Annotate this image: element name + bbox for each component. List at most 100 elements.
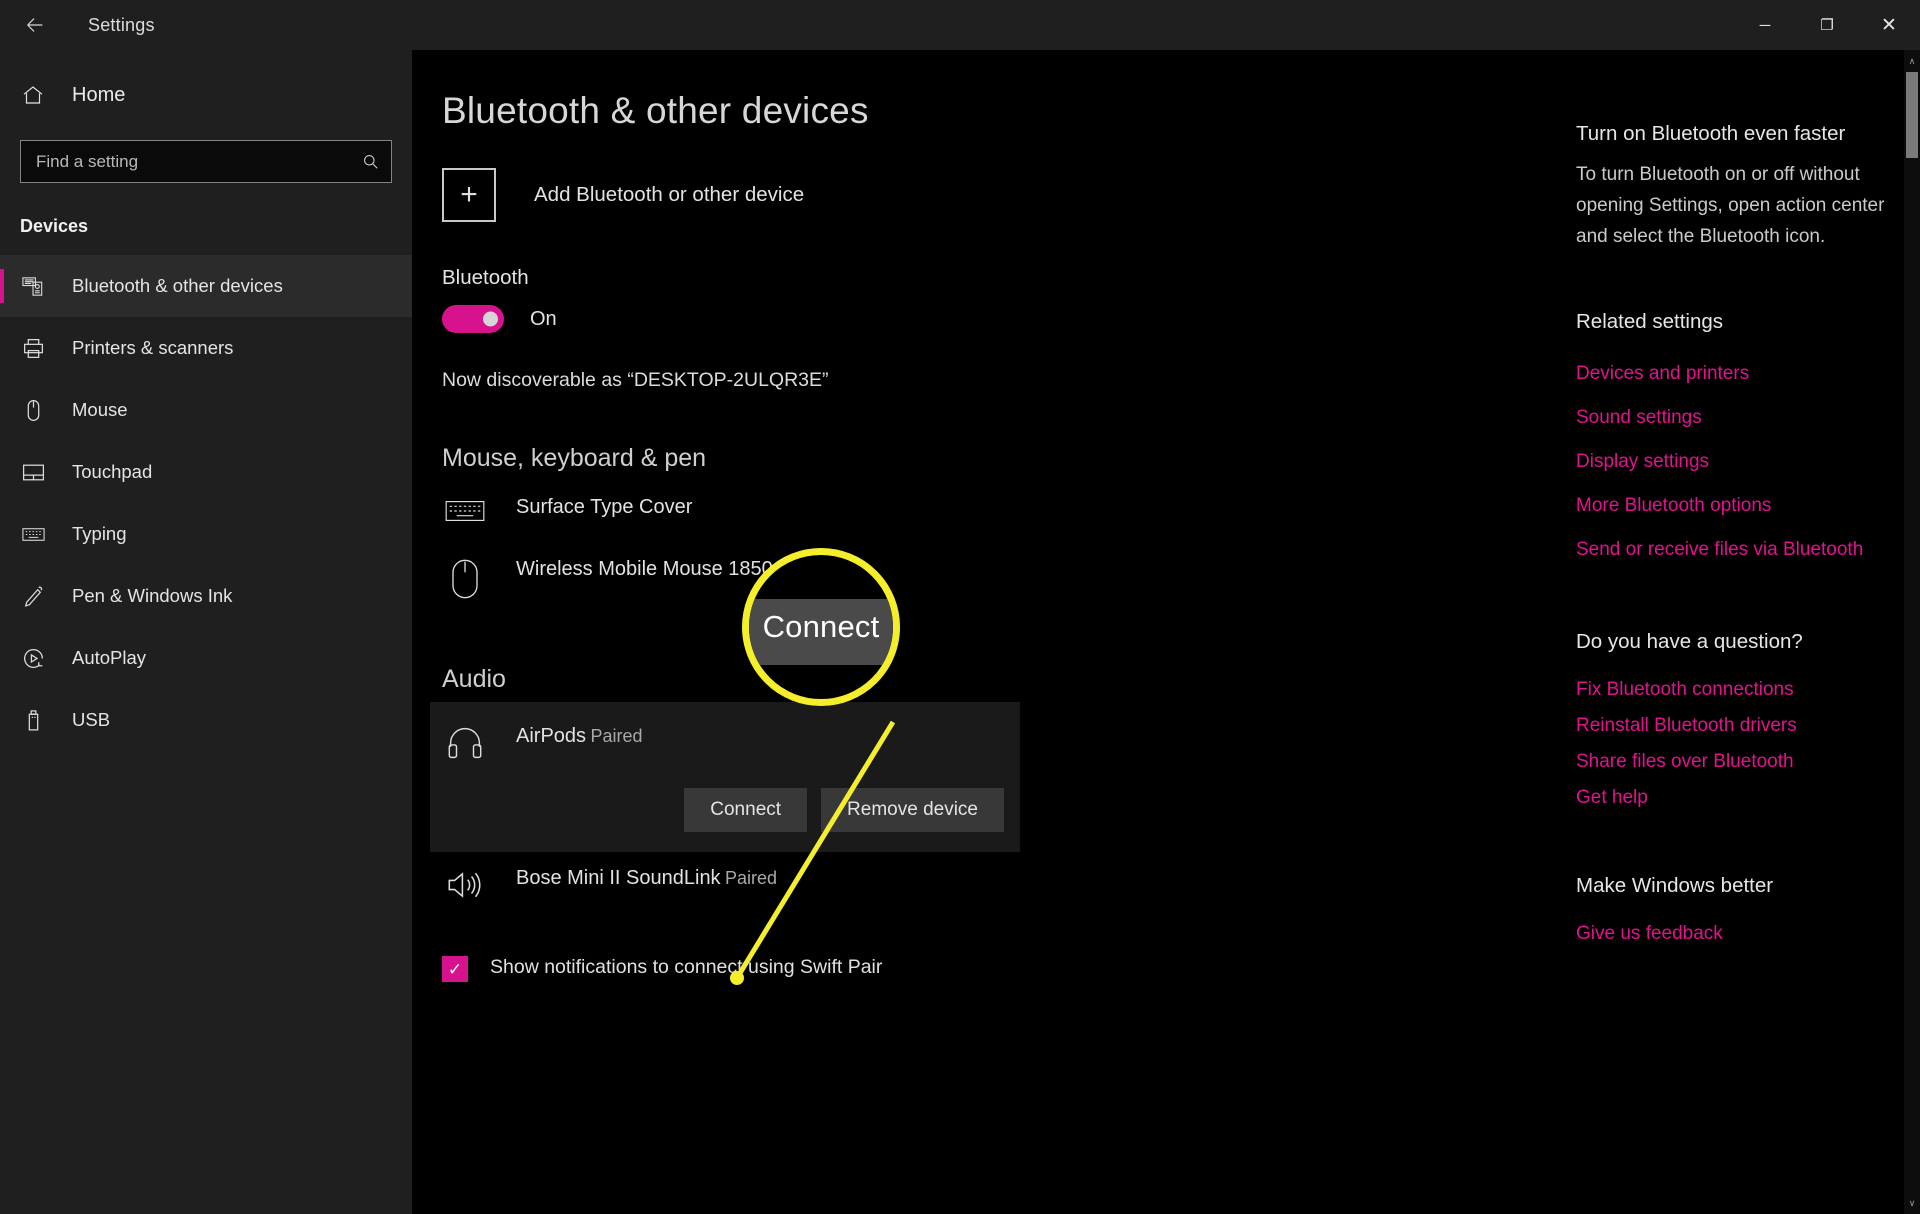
device-row-header: AirPods Paired [442, 724, 1020, 760]
sidebar-item-label: Touchpad [72, 461, 152, 483]
link-sound-settings[interactable]: Sound settings [1576, 396, 1890, 440]
add-bluetooth-device-button[interactable]: + Add Bluetooth or other device [442, 168, 1546, 222]
bluetooth-toggle[interactable] [442, 305, 504, 333]
link-fix-bluetooth-connections[interactable]: Fix Bluetooth connections [1576, 672, 1890, 708]
link-share-files-over-bluetooth[interactable]: Share files over Bluetooth [1576, 744, 1890, 780]
sidebar-item-usb[interactable]: USB [0, 689, 412, 751]
sidebar-item-label: Typing [72, 523, 127, 545]
add-device-label: Add Bluetooth or other device [534, 183, 804, 207]
bluetooth-state-label: On [530, 308, 557, 331]
window-controls: ─ ❐ ✕ [1734, 0, 1920, 50]
device-info: Bose Mini II SoundLink Paired [516, 866, 777, 891]
bluetooth-label: Bluetooth [442, 266, 1546, 290]
sidebar-item-label: Mouse [72, 399, 128, 421]
close-button[interactable]: ✕ [1858, 0, 1920, 50]
remove-device-button[interactable]: Remove device [821, 788, 1004, 832]
sidebar-item-autoplay[interactable]: AutoPlay [0, 627, 412, 689]
sidebar: Home Devices [0, 50, 412, 1214]
printer-icon [20, 336, 46, 361]
swift-pair-checkbox[interactable]: ✓ [442, 956, 468, 982]
device-name: Bose Mini II SoundLink [516, 867, 721, 889]
tip-body: To turn Bluetooth on or off without open… [1576, 160, 1888, 252]
device-name: AirPods [516, 725, 586, 747]
device-name: Surface Type Cover [516, 496, 692, 518]
swift-pair-option[interactable]: ✓ Show notifications to connect using Sw… [442, 956, 1546, 982]
group-heading-mouse-keyboard-pen: Mouse, keyboard & pen [442, 444, 1546, 473]
feedback-heading: Make Windows better [1576, 874, 1890, 898]
keyboard-icon [442, 495, 488, 525]
vertical-scrollbar[interactable]: ∧ ∨ [1904, 50, 1920, 1214]
swift-pair-label: Show notifications to connect using Swif… [490, 956, 882, 979]
related-settings-heading: Related settings [1576, 310, 1890, 334]
device-row-surface-type-cover[interactable]: Surface Type Cover [412, 481, 1546, 543]
sidebar-item-mouse[interactable]: Mouse [0, 379, 412, 441]
sidebar-item-typing[interactable]: Typing [0, 503, 412, 565]
scroll-down-arrow-icon[interactable]: ∨ [1904, 1192, 1920, 1214]
speaker-icon [442, 866, 488, 902]
device-status: Paired [590, 726, 642, 746]
mouse-icon [442, 557, 488, 599]
sidebar-section-label: Devices [20, 216, 412, 237]
title-bar: Settings ─ ❐ ✕ [0, 0, 1920, 50]
connect-button[interactable]: Connect [684, 788, 807, 832]
bluetooth-toggle-block: Bluetooth On [442, 266, 1546, 333]
device-info: Wireless Mobile Mouse 1850 [516, 557, 773, 582]
bluetooth-toggle-row: On [442, 305, 1546, 333]
window-title: Settings [88, 15, 155, 36]
search-box[interactable] [20, 140, 392, 183]
tip-heading: Turn on Bluetooth even faster [1576, 122, 1890, 146]
home-icon [20, 83, 46, 107]
search-input[interactable] [21, 152, 349, 172]
sidebar-item-pen-windows-ink[interactable]: Pen & Windows Ink [0, 565, 412, 627]
device-list-mouse-keyboard-pen: Surface Type Cover Wireless Mobile Mouse… [412, 481, 1546, 613]
maximize-button[interactable]: ❐ [1796, 0, 1858, 50]
question-links: Fix Bluetooth connections Reinstall Blue… [1546, 672, 1920, 816]
scrollbar-thumb[interactable] [1906, 72, 1918, 158]
sidebar-item-printers-scanners[interactable]: Printers & scanners [0, 317, 412, 379]
connect-button-magnifier-callout: Connect [742, 548, 900, 706]
sidebar-item-home[interactable]: Home [0, 72, 412, 118]
magnified-connect-label: Connect [763, 609, 880, 645]
link-get-help[interactable]: Get help [1576, 780, 1890, 816]
device-status: Paired [725, 868, 777, 888]
link-devices-and-printers[interactable]: Devices and printers [1576, 352, 1890, 396]
sidebar-item-label: Printers & scanners [72, 337, 233, 359]
link-display-settings[interactable]: Display settings [1576, 440, 1890, 484]
sidebar-item-label: Pen & Windows Ink [72, 585, 232, 607]
settings-window: Settings ─ ❐ ✕ Home Devices [0, 0, 1920, 1214]
link-more-bluetooth-options[interactable]: More Bluetooth options [1576, 484, 1890, 528]
sidebar-item-touchpad[interactable]: Touchpad [0, 441, 412, 503]
main-content: Bluetooth & other devices + Add Bluetoot… [412, 50, 1546, 1214]
mouse-icon [20, 398, 46, 423]
sidebar-item-label: AutoPlay [72, 647, 146, 669]
device-row-airpods[interactable]: AirPods Paired Connect Remove device [430, 702, 1020, 852]
sidebar-home-label: Home [72, 84, 125, 107]
device-info: AirPods Paired [516, 724, 643, 749]
question-heading: Do you have a question? [1576, 630, 1890, 654]
keyboard-icon [20, 522, 46, 547]
minimize-button[interactable]: ─ [1734, 0, 1796, 50]
sidebar-item-bluetooth-other-devices[interactable]: Bluetooth & other devices [0, 255, 412, 317]
link-reinstall-bluetooth-drivers[interactable]: Reinstall Bluetooth drivers [1576, 708, 1890, 744]
right-info-pane: Turn on Bluetooth even faster To turn Bl… [1546, 50, 1920, 1214]
usb-icon [20, 708, 46, 733]
scroll-up-arrow-icon[interactable]: ∧ [1904, 50, 1920, 72]
sidebar-item-label: USB [72, 709, 110, 731]
related-settings-links: Devices and printers Sound settings Disp… [1546, 352, 1920, 572]
search-icon[interactable] [349, 152, 391, 171]
device-list-audio: AirPods Paired Connect Remove device [412, 702, 1546, 916]
device-info: Surface Type Cover [516, 495, 692, 520]
device-row-bose-mini-ii-soundlink[interactable]: Bose Mini II SoundLink Paired [412, 852, 1546, 916]
device-row-wireless-mobile-mouse-1850[interactable]: Wireless Mobile Mouse 1850 [412, 543, 1546, 613]
back-arrow-icon[interactable] [12, 2, 58, 48]
sidebar-item-label: Bluetooth & other devices [72, 275, 283, 297]
toggle-knob [483, 312, 498, 327]
headphones-icon [442, 724, 488, 760]
link-give-us-feedback[interactable]: Give us feedback [1576, 916, 1890, 952]
feedback-links: Give us feedback [1546, 916, 1920, 952]
link-send-or-receive-files-via-bluetooth[interactable]: Send or receive files via Bluetooth [1576, 528, 1890, 572]
device-name: Wireless Mobile Mouse 1850 [516, 558, 773, 580]
plus-icon: + [442, 168, 496, 222]
device-actions: Connect Remove device [442, 760, 1020, 852]
bluetooth-devices-icon [20, 274, 46, 299]
